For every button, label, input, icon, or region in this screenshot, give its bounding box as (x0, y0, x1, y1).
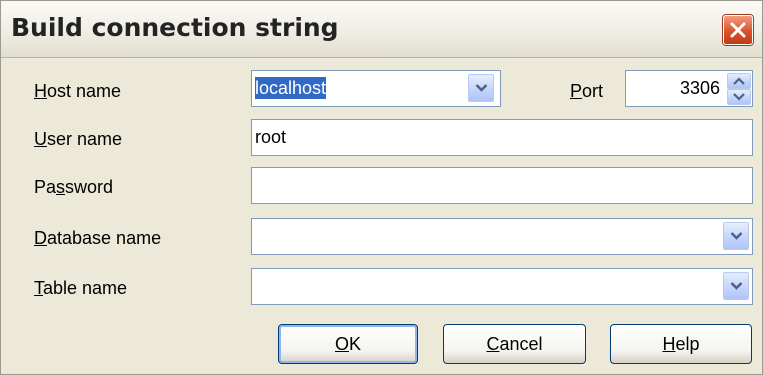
dialog-title: Build connection string (11, 13, 339, 42)
chevron-down-icon (730, 232, 743, 240)
chevron-down-icon (475, 84, 488, 92)
table-name-label: Table name (34, 278, 128, 298)
port-spin-up-button[interactable] (727, 73, 751, 89)
build-connection-dialog: Build connection string Host name localh… (0, 0, 763, 375)
ok-button[interactable]: OK (278, 324, 418, 364)
host-name-dropdown-button[interactable] (468, 74, 494, 102)
table-name-combobox[interactable] (251, 268, 753, 305)
database-name-combobox[interactable] (251, 218, 753, 255)
user-name-label: User name (34, 129, 123, 149)
database-name-dropdown-button[interactable] (723, 222, 749, 250)
port-value: 3306 (679, 78, 720, 98)
password-label: Password (34, 177, 114, 197)
help-button-label: Help (662, 334, 700, 354)
spin-up-icon (733, 77, 745, 85)
user-name-input[interactable]: root (251, 119, 753, 156)
password-input[interactable] (251, 167, 753, 204)
host-name-combobox[interactable]: localhost (251, 70, 501, 107)
port-label: Port (570, 81, 604, 101)
title-bar[interactable]: Build connection string (1, 1, 762, 58)
close-button[interactable] (723, 15, 753, 45)
spin-down-icon (733, 93, 745, 101)
host-name-value: localhost (255, 77, 327, 99)
help-button[interactable]: Help (610, 324, 752, 364)
database-name-label: Database name (34, 228, 162, 248)
cancel-button-label: Cancel (486, 334, 543, 354)
user-name-value: root (255, 127, 287, 147)
host-name-label: Host name (34, 81, 122, 101)
table-name-dropdown-button[interactable] (723, 272, 749, 300)
ok-button-label: OK (334, 334, 362, 354)
chevron-down-icon (730, 282, 743, 290)
port-spin-down-button[interactable] (727, 89, 751, 105)
cancel-button[interactable]: Cancel (443, 324, 586, 364)
close-x-icon (730, 22, 746, 38)
